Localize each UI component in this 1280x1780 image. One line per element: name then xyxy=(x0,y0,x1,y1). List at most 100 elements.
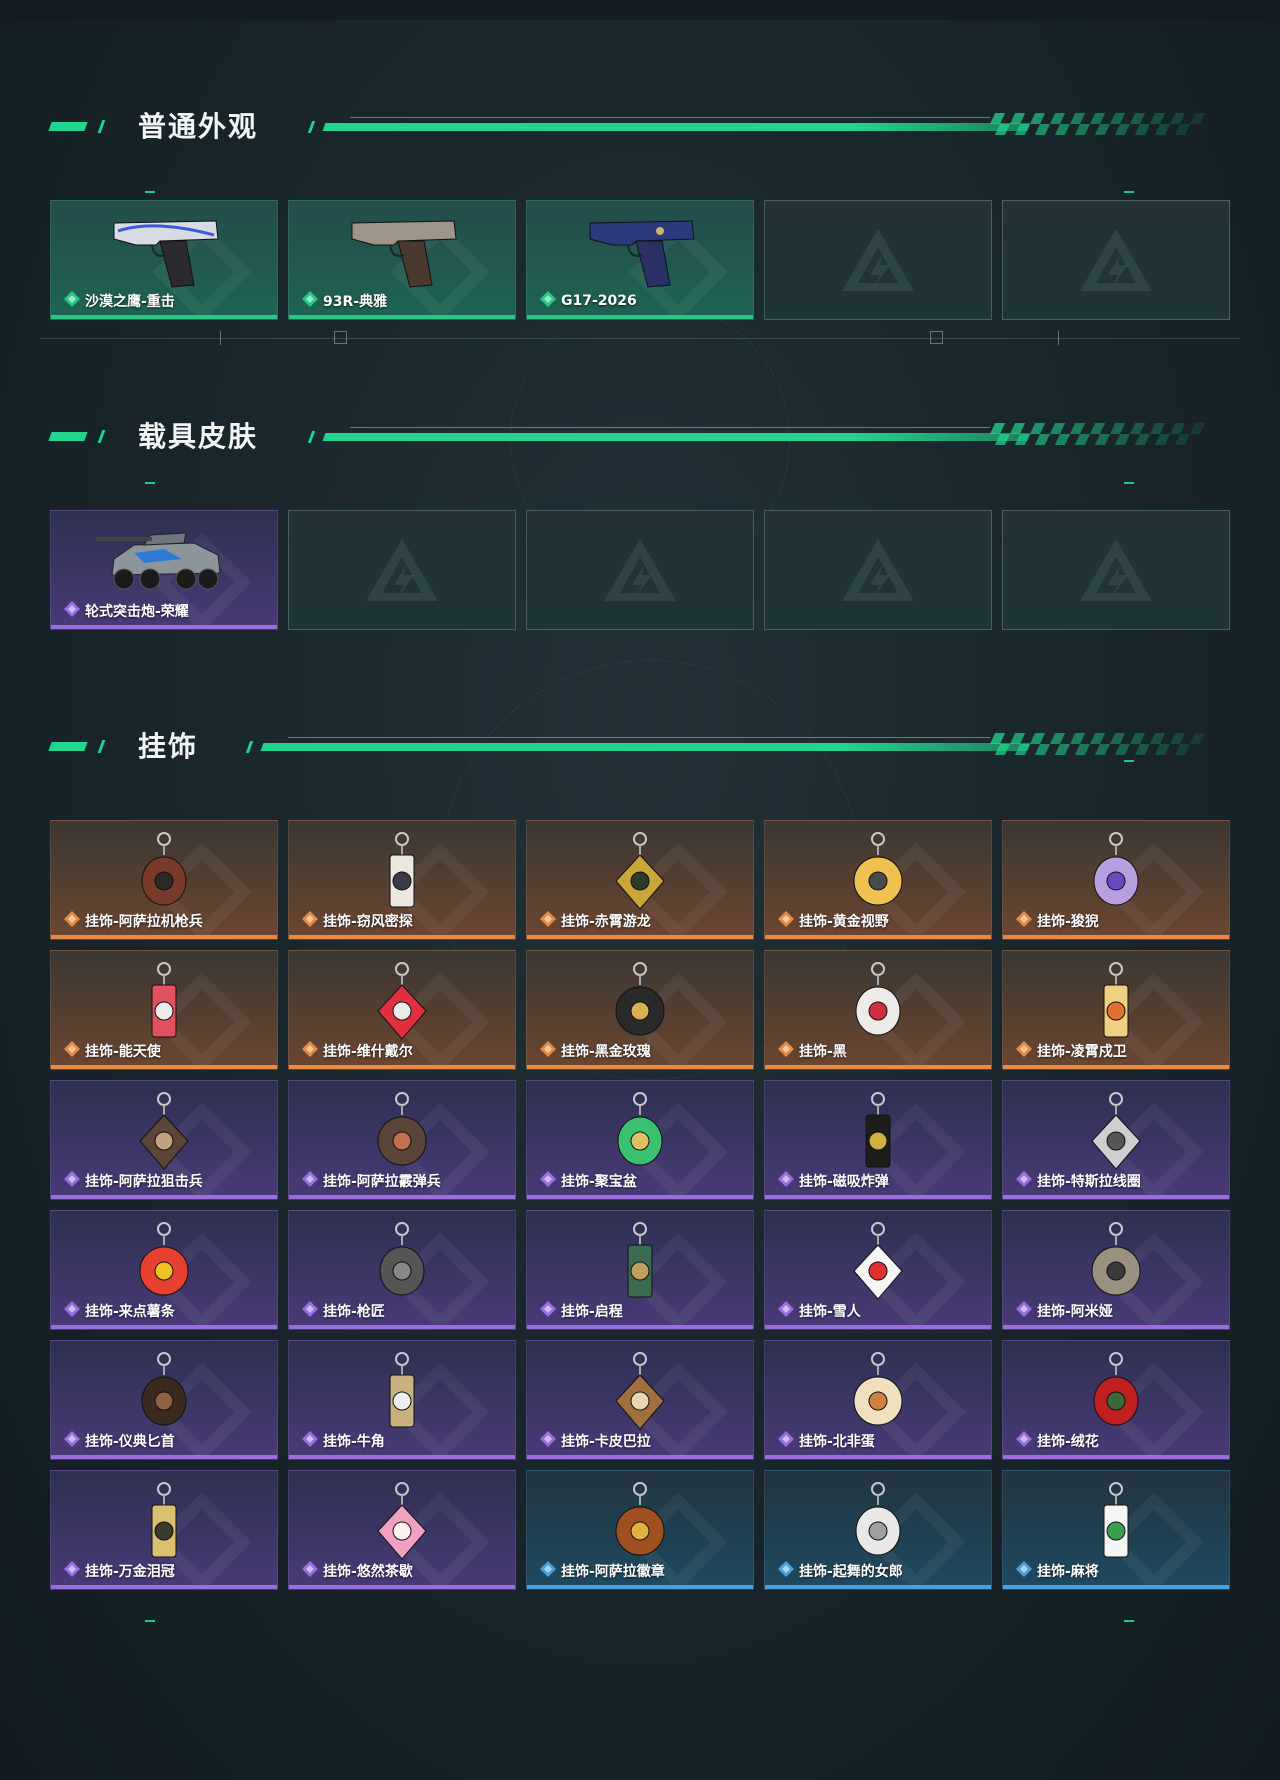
item-card[interactable]: 挂饰-雪人 xyxy=(764,1210,992,1330)
item-card[interactable]: 挂饰-悠然茶歇 xyxy=(288,1470,516,1590)
item-card[interactable]: 挂饰-狻猊 xyxy=(1002,820,1230,940)
empty-item-slot[interactable] xyxy=(764,200,992,320)
item-label: 挂饰-阿米娅 xyxy=(1015,1300,1113,1322)
charm-icon xyxy=(332,1219,472,1303)
item-card[interactable]: 挂饰-万金泪冠 xyxy=(50,1470,278,1590)
item-card[interactable]: 挂饰-黑 xyxy=(764,950,992,1070)
item-card[interactable]: 挂饰-特斯拉线圈 xyxy=(1002,1080,1230,1200)
header-checker-pattern xyxy=(985,733,1207,755)
charm-icon xyxy=(94,1479,234,1563)
item-name: 挂饰-黑 xyxy=(799,1044,847,1060)
item-name: 沙漠之鹰-重击 xyxy=(85,294,175,310)
item-card[interactable]: G17-2026 xyxy=(526,200,754,320)
empty-slot-logo-icon xyxy=(1076,535,1156,605)
item-card[interactable]: 挂饰-赤霄游龙 xyxy=(526,820,754,940)
item-card[interactable]: 挂饰-聚宝盆 xyxy=(526,1080,754,1200)
item-card[interactable]: 挂饰-麻将 xyxy=(1002,1470,1230,1590)
item-card[interactable]: 挂饰-阿萨拉狙击兵 xyxy=(50,1080,278,1200)
empty-item-slot[interactable] xyxy=(288,510,516,630)
item-name: 挂饰-阿萨拉狙击兵 xyxy=(85,1174,203,1190)
item-card[interactable]: 挂饰-启程 xyxy=(526,1210,754,1330)
item-card[interactable]: 挂饰-北非蛋 xyxy=(764,1340,992,1460)
item-name: 挂饰-仪典匕首 xyxy=(85,1434,175,1450)
header-checker-pattern xyxy=(985,423,1207,445)
rarity-diamond-icon xyxy=(539,1430,557,1452)
header-line-tick xyxy=(245,741,254,753)
item-card[interactable]: 沙漠之鹰-重击 xyxy=(50,200,278,320)
pistol-g17-icon xyxy=(570,209,710,293)
rarity-diamond-icon xyxy=(1015,1300,1033,1322)
charm-icon xyxy=(332,1349,472,1433)
item-card[interactable]: 挂饰-阿米娅 xyxy=(1002,1210,1230,1330)
empty-item-slot[interactable] xyxy=(764,510,992,630)
rarity-diamond-icon xyxy=(777,1040,795,1062)
section-header: 载具皮肤 xyxy=(0,418,1280,458)
empty-item-slot[interactable] xyxy=(526,510,754,630)
vehicle-icon xyxy=(94,519,234,603)
item-card[interactable]: 挂饰-来点薯条 xyxy=(50,1210,278,1330)
item-card[interactable]: 挂饰-能天使 xyxy=(50,950,278,1070)
corner-dash xyxy=(1124,1620,1134,1622)
item-label: 挂饰-磁吸炸弹 xyxy=(777,1170,889,1192)
item-card[interactable]: 挂饰-绒花 xyxy=(1002,1340,1230,1460)
item-label: 挂饰-万金泪冠 xyxy=(63,1560,175,1582)
item-label: 挂饰-悠然茶歇 xyxy=(301,1560,413,1582)
item-grid: 沙漠之鹰-重击 93R-典雅 G17-2026 xyxy=(50,200,1230,320)
item-card[interactable]: 挂饰-起舞的女郎 xyxy=(764,1470,992,1590)
corner-dash xyxy=(145,482,155,484)
rarity-diamond-icon xyxy=(1015,1430,1033,1452)
item-name: 挂饰-阿米娅 xyxy=(1037,1304,1113,1320)
rarity-diamond-icon xyxy=(301,910,319,932)
item-name: 挂饰-绒花 xyxy=(1037,1434,1099,1450)
item-card[interactable]: 挂饰-阿萨拉机枪兵 xyxy=(50,820,278,940)
item-card[interactable]: 挂饰-阿萨拉霰弹兵 xyxy=(288,1080,516,1200)
header-accent-bar xyxy=(48,122,88,131)
rarity-diamond-icon xyxy=(539,1560,557,1582)
item-label: 挂饰-仪典匕首 xyxy=(63,1430,175,1452)
empty-item-slot[interactable] xyxy=(1002,200,1230,320)
item-card[interactable]: 93R-典雅 xyxy=(288,200,516,320)
charm-icon xyxy=(808,1219,948,1303)
rarity-diamond-icon xyxy=(1015,1560,1033,1582)
item-name: 轮式突击炮-荣耀 xyxy=(85,604,189,620)
rarity-diamond-icon xyxy=(63,600,81,622)
item-label: 93R-典雅 xyxy=(301,290,387,312)
header-line-tick xyxy=(307,431,316,443)
item-card[interactable]: 挂饰-磁吸炸弹 xyxy=(764,1080,992,1200)
item-card[interactable]: 挂饰-牛角 xyxy=(288,1340,516,1460)
item-card[interactable]: 挂饰-枪匠 xyxy=(288,1210,516,1330)
item-label: 挂饰-狻猊 xyxy=(1015,910,1099,932)
divider-square xyxy=(334,331,347,344)
item-card[interactable]: 挂饰-黄金视野 xyxy=(764,820,992,940)
rarity-diamond-icon xyxy=(777,1430,795,1452)
item-label: 挂饰-黄金视野 xyxy=(777,910,889,932)
section-title: 挂饰 xyxy=(138,730,199,763)
item-card[interactable]: 挂饰-仪典匕首 xyxy=(50,1340,278,1460)
pistol-93r-icon xyxy=(332,209,472,293)
rarity-diamond-icon xyxy=(301,1170,319,1192)
header-progress-line xyxy=(322,433,1031,441)
item-card[interactable]: 轮式突击炮-荣耀 xyxy=(50,510,278,630)
item-name: 挂饰-窃风密探 xyxy=(323,914,413,930)
corner-dash xyxy=(1124,191,1134,193)
header-accent-tick xyxy=(97,430,106,443)
item-card[interactable]: 挂饰-凌霄戍卫 xyxy=(1002,950,1230,1070)
item-name: 挂饰-特斯拉线圈 xyxy=(1037,1174,1141,1190)
item-label: 挂饰-赤霄游龙 xyxy=(539,910,651,932)
empty-item-slot[interactable] xyxy=(1002,510,1230,630)
item-card[interactable]: 挂饰-卡皮巴拉 xyxy=(526,1340,754,1460)
charm-icon xyxy=(1046,1219,1186,1303)
item-label: 挂饰-阿萨拉徽章 xyxy=(539,1560,665,1582)
divider-tick xyxy=(1058,331,1059,345)
rarity-diamond-icon xyxy=(1015,1170,1033,1192)
item-card[interactable]: 挂饰-黑金玫瑰 xyxy=(526,950,754,1070)
item-label: 挂饰-黑 xyxy=(777,1040,847,1062)
item-label: 挂饰-阿萨拉狙击兵 xyxy=(63,1170,203,1192)
item-card[interactable]: 挂饰-阿萨拉徽章 xyxy=(526,1470,754,1590)
charm-icon xyxy=(1046,829,1186,913)
item-card[interactable]: 挂饰-窃风密探 xyxy=(288,820,516,940)
item-name: 挂饰-来点薯条 xyxy=(85,1304,175,1320)
item-card[interactable]: 挂饰-维什戴尔 xyxy=(288,950,516,1070)
item-label: 挂饰-麻将 xyxy=(1015,1560,1099,1582)
item-label: 挂饰-雪人 xyxy=(777,1300,861,1322)
